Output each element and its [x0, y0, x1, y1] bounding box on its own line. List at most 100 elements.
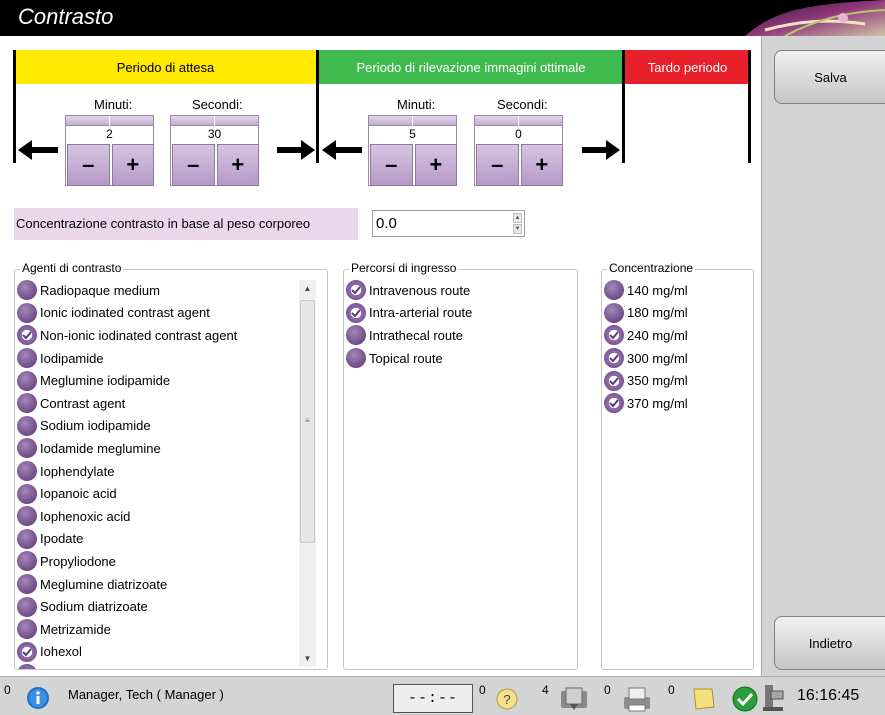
unchecked-radio-icon[interactable] — [17, 528, 37, 549]
contrast-agent-item-label: Meglumine iodipamide — [40, 373, 171, 389]
unchecked-radio-icon[interactable] — [17, 415, 37, 436]
contrast-agent-item[interactable]: Propyliodone — [17, 550, 297, 573]
optimal-minutes-label: Minuti: — [397, 97, 436, 112]
unchecked-radio-icon[interactable] — [17, 348, 37, 369]
unchecked-radio-icon[interactable] — [17, 551, 37, 572]
concentration-item[interactable]: 370 mg/ml — [604, 392, 752, 415]
route-item[interactable]: Intra-arterial route — [346, 302, 574, 325]
user-name[interactable]: Manager, Tech ( Manager ) — [68, 687, 224, 702]
info-icon[interactable] — [26, 686, 50, 710]
unchecked-radio-icon[interactable] — [17, 596, 37, 617]
contrast-agent-item[interactable]: Ionic iodinated contrast agent — [17, 302, 297, 325]
unchecked-radio-icon[interactable] — [604, 280, 624, 301]
wait-minutes-increment-button[interactable]: + — [111, 144, 154, 186]
checked-radio-icon[interactable] — [17, 641, 37, 662]
contrast-agent-item[interactable]: Iodixanol — [17, 663, 297, 669]
unchecked-radio-icon[interactable] — [17, 302, 37, 323]
timeline-divider — [622, 50, 625, 163]
contrast-agent-item[interactable]: Iophendylate — [17, 460, 297, 483]
unchecked-radio-icon[interactable] — [346, 325, 366, 346]
contrast-agent-item-label: Iodixanol — [40, 667, 92, 669]
optimal-seconds-value[interactable]: 0 — [475, 126, 562, 143]
unchecked-radio-icon[interactable] — [17, 370, 37, 391]
unchecked-radio-icon[interactable] — [17, 483, 37, 504]
notes-count: 0 — [668, 683, 675, 697]
contrast-agent-item-label: Iopanoic acid — [40, 486, 117, 502]
wait-seconds-value[interactable]: 30 — [171, 126, 258, 143]
help-icon[interactable]: ? — [494, 687, 520, 711]
weight-concentration-input[interactable]: 0.0 ▲ ▼ — [372, 210, 525, 237]
timeline-divider — [13, 50, 16, 163]
unchecked-radio-icon[interactable] — [17, 393, 37, 414]
spin-up-button[interactable]: ▲ — [513, 213, 522, 223]
scroll-up-arrow-icon[interactable]: ▲ — [299, 280, 316, 297]
concentration-item[interactable]: 180 mg/ml — [604, 302, 752, 325]
optimal-minutes-decrement-button[interactable]: – — [370, 144, 413, 186]
wait-minutes-value[interactable]: 2 — [66, 126, 153, 143]
contrast-agent-item[interactable]: Sodium diatrizoate — [17, 595, 297, 618]
notes-icon[interactable] — [690, 687, 718, 711]
contrast-agent-item[interactable]: Meglumine iodipamide — [17, 369, 297, 392]
arrow-left-icon — [322, 140, 362, 160]
contrast-agent-item[interactable]: Meglumine diatrizoate — [17, 573, 297, 596]
contrast-agent-item[interactable]: Contrast agent — [17, 392, 297, 415]
checked-radio-icon[interactable] — [346, 302, 366, 323]
contrast-agent-item[interactable]: Ipodate — [17, 528, 297, 551]
checked-radio-icon[interactable] — [604, 393, 624, 414]
timeline-divider — [748, 50, 751, 163]
spin-down-button[interactable]: ▼ — [513, 224, 522, 234]
optimal-minutes-increment-button[interactable]: + — [414, 144, 457, 186]
contrast-agent-item[interactable]: Sodium iodipamide — [17, 415, 297, 438]
contrast-agent-item[interactable]: Iopanoic acid — [17, 482, 297, 505]
concentration-item[interactable]: 140 mg/ml — [604, 279, 752, 302]
contrast-agent-item[interactable]: Metrizamide — [17, 618, 297, 641]
printer-icon[interactable] — [620, 685, 654, 713]
contrast-agent-item[interactable]: Non-ionic iodinated contrast agent — [17, 324, 297, 347]
checked-radio-icon[interactable] — [17, 325, 37, 346]
concentration-item[interactable]: 350 mg/ml — [604, 369, 752, 392]
unchecked-radio-icon[interactable] — [346, 348, 366, 369]
routes-title: Percorsi di ingresso — [349, 261, 459, 275]
contrast-agent-item[interactable]: Iophenoxic acid — [17, 505, 297, 528]
route-item[interactable]: Topical route — [346, 347, 574, 370]
svg-text:?: ? — [503, 692, 510, 707]
optimal-seconds-increment-button[interactable]: + — [520, 144, 563, 186]
wait-seconds-increment-button[interactable]: + — [216, 144, 259, 186]
concentration-title: Concentrazione — [607, 261, 696, 275]
contrast-agent-item[interactable]: Iohexol — [17, 641, 297, 664]
contrast-agent-item-label: Sodium diatrizoate — [40, 599, 148, 615]
unchecked-radio-icon[interactable] — [604, 302, 624, 323]
checked-radio-icon[interactable] — [17, 664, 37, 669]
unchecked-radio-icon[interactable] — [17, 438, 37, 459]
route-item[interactable]: Intrathecal route — [346, 324, 574, 347]
checked-radio-icon[interactable] — [604, 325, 624, 346]
concentration-item-label: 140 mg/ml — [627, 282, 688, 298]
unchecked-radio-icon[interactable] — [17, 506, 37, 527]
unchecked-radio-icon[interactable] — [17, 280, 37, 301]
contrast-agent-item[interactable]: Iodipamide — [17, 347, 297, 370]
checked-radio-icon[interactable] — [346, 280, 366, 301]
contrast-agent-item[interactable]: Iodamide meglumine — [17, 437, 297, 460]
unchecked-radio-icon[interactable] — [17, 461, 37, 482]
optimal-seconds-decrement-button[interactable]: – — [476, 144, 519, 186]
route-item[interactable]: Intravenous route — [346, 279, 574, 302]
back-button[interactable]: Indietro — [774, 616, 885, 670]
concentration-item[interactable]: 240 mg/ml — [604, 324, 752, 347]
optimal-minutes-value[interactable]: 5 — [369, 126, 456, 143]
checked-radio-icon[interactable] — [604, 370, 624, 391]
checked-radio-icon[interactable] — [604, 348, 624, 369]
unchecked-radio-icon[interactable] — [17, 619, 37, 640]
unchecked-radio-icon[interactable] — [17, 574, 37, 595]
wait-seconds-decrement-button[interactable]: – — [172, 144, 215, 186]
check-status-icon[interactable] — [731, 685, 759, 713]
agents-scrollbar[interactable]: ▲ ≡ ▼ — [299, 280, 316, 667]
save-button[interactable]: Salva — [774, 50, 885, 104]
contrast-agent-item[interactable]: Radiopaque medium — [17, 279, 297, 302]
image-queue-icon[interactable] — [558, 685, 592, 711]
scroll-down-arrow-icon[interactable]: ▼ — [299, 650, 316, 667]
route-item-label: Intrathecal route — [369, 327, 463, 343]
contrast-agent-item-label: Sodium iodipamide — [40, 418, 151, 434]
device-status-icon[interactable] — [760, 683, 786, 713]
concentration-item[interactable]: 300 mg/ml — [604, 347, 752, 370]
wait-minutes-decrement-button[interactable]: – — [67, 144, 110, 186]
